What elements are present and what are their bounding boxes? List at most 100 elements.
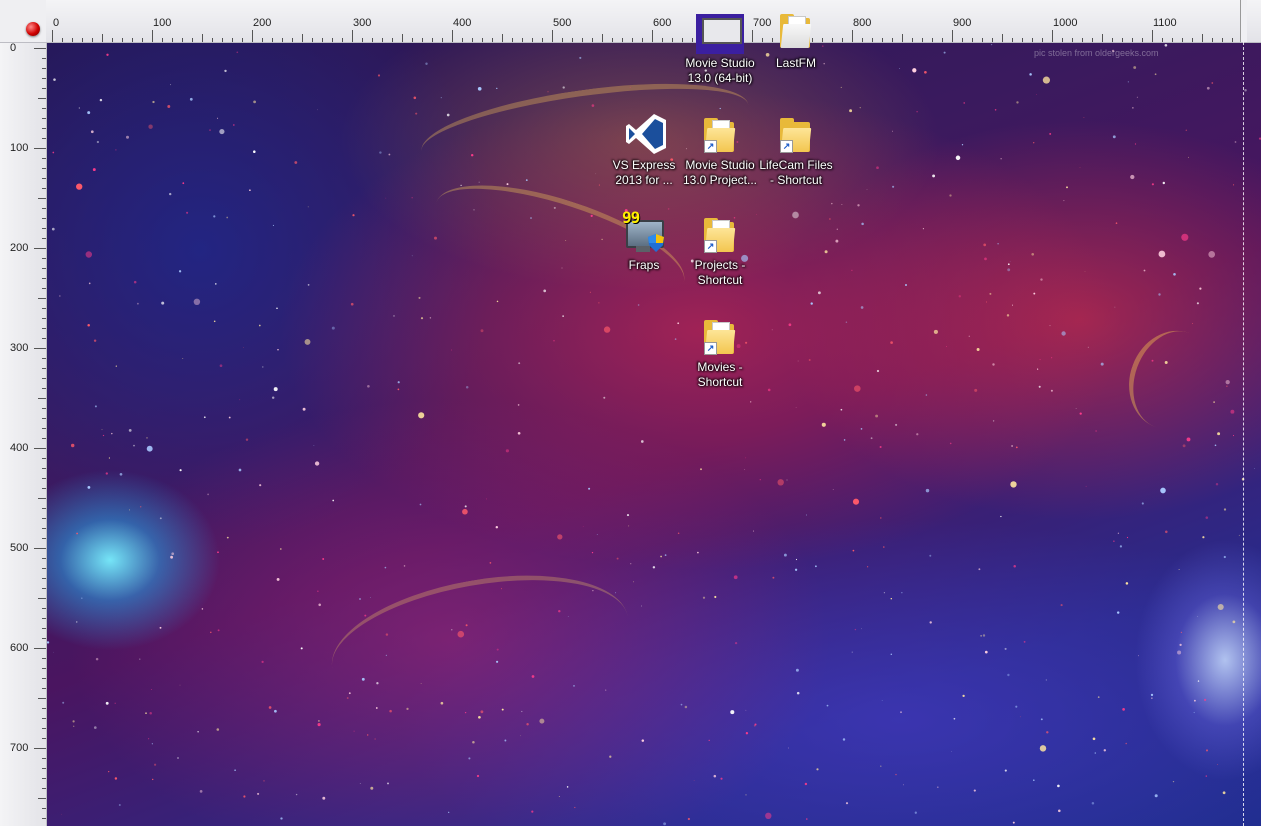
desktop-icon-lastfm[interactable]: LastFM — [758, 10, 834, 71]
desktop-icon-vs-express[interactable]: VS Express 2013 for ... — [606, 108, 682, 188]
desktop-icon-movie-studio-project[interactable]: ↗ Movie Studio 13.0 Project... — [682, 108, 758, 188]
ruler-tick — [1062, 38, 1063, 42]
ruler-tick — [582, 38, 583, 42]
star — [276, 307, 278, 309]
ruler-tick — [1202, 34, 1203, 42]
star — [114, 702, 116, 704]
star — [1057, 784, 1060, 788]
star — [892, 185, 895, 188]
star — [73, 725, 75, 727]
star — [151, 778, 154, 781]
star — [973, 789, 976, 792]
ruler-origin-knob[interactable] — [26, 22, 40, 36]
ruler-tick — [892, 38, 893, 42]
star — [900, 711, 902, 714]
ruler-tick — [42, 758, 46, 759]
star — [521, 710, 523, 713]
ruler-tick — [1032, 38, 1033, 42]
star — [1117, 532, 1120, 534]
star — [734, 641, 738, 645]
star — [154, 763, 157, 766]
star — [892, 130, 893, 132]
ruler-left-tick-label: 400 — [10, 442, 29, 454]
ruler-tick — [532, 38, 533, 42]
star — [179, 469, 182, 472]
star — [933, 329, 938, 334]
desktop-icon-lifecam-files[interactable]: ↗ LifeCam Files - Shortcut — [758, 108, 834, 188]
star — [1214, 444, 1217, 447]
star — [1007, 268, 1011, 272]
star — [389, 709, 392, 713]
star — [854, 385, 861, 392]
star — [640, 440, 644, 443]
star — [1213, 401, 1215, 403]
desktop-icon-movies[interactable]: ↗ Movies - Shortcut — [682, 310, 758, 390]
star — [1004, 769, 1007, 772]
ruler-tick — [622, 38, 623, 42]
ruler-tick — [202, 34, 203, 42]
folder-shortcut-icon: ↗ — [696, 208, 744, 256]
visual-studio-icon — [620, 108, 668, 156]
star — [840, 408, 843, 411]
star — [496, 300, 499, 303]
ruler-tick — [42, 338, 46, 339]
star — [929, 621, 932, 624]
star — [322, 796, 326, 800]
star — [982, 634, 986, 637]
star — [958, 295, 961, 298]
star — [114, 777, 118, 780]
ruler-end-handle[interactable] — [1240, 0, 1247, 42]
star — [1205, 749, 1209, 752]
vertical-ruler[interactable] — [0, 0, 47, 826]
star — [1164, 43, 1168, 47]
star — [943, 51, 946, 54]
ruler-tick — [42, 688, 46, 689]
star — [759, 479, 761, 481]
star — [239, 399, 241, 401]
star — [1233, 184, 1235, 186]
star — [517, 431, 521, 435]
star — [46, 641, 50, 644]
ruler-tick — [42, 638, 46, 639]
ruler-tick — [242, 38, 243, 42]
nebula-filament — [321, 554, 639, 731]
star — [273, 387, 278, 392]
star — [379, 151, 382, 154]
star — [752, 530, 755, 532]
star — [1066, 186, 1068, 189]
ruler-tick — [42, 238, 46, 239]
star — [826, 704, 829, 707]
star — [126, 135, 129, 139]
star — [139, 505, 142, 508]
star — [765, 812, 772, 819]
star — [85, 251, 93, 258]
ruler-tick — [1222, 38, 1223, 42]
desktop-icon-fraps[interactable]: 99 Fraps — [606, 208, 682, 273]
star — [843, 439, 846, 441]
star — [1007, 673, 1010, 677]
star — [805, 514, 807, 516]
star — [193, 298, 201, 306]
desktop-icon-movie-studio[interactable]: Movie Studio 13.0 (64-bit) — [682, 10, 758, 86]
star — [1087, 346, 1089, 348]
desktop-icon-label: Fraps — [628, 258, 660, 272]
ruler-tick — [42, 268, 46, 269]
star — [946, 346, 948, 348]
star — [364, 614, 367, 617]
star — [375, 707, 378, 709]
star — [562, 315, 564, 317]
ruler-tick — [842, 38, 843, 42]
star — [76, 532, 78, 535]
star — [139, 658, 141, 660]
star — [883, 592, 886, 594]
star — [962, 694, 965, 698]
star — [1182, 444, 1186, 448]
ruler-tick — [72, 38, 73, 42]
desktop-icon-projects[interactable]: ↗ Projects - Shortcut — [682, 208, 758, 288]
star — [994, 109, 997, 111]
ruler-left-tick-label: 100 — [10, 142, 29, 154]
star — [1039, 359, 1041, 361]
star — [93, 339, 97, 342]
star — [353, 730, 355, 732]
star — [253, 100, 256, 104]
